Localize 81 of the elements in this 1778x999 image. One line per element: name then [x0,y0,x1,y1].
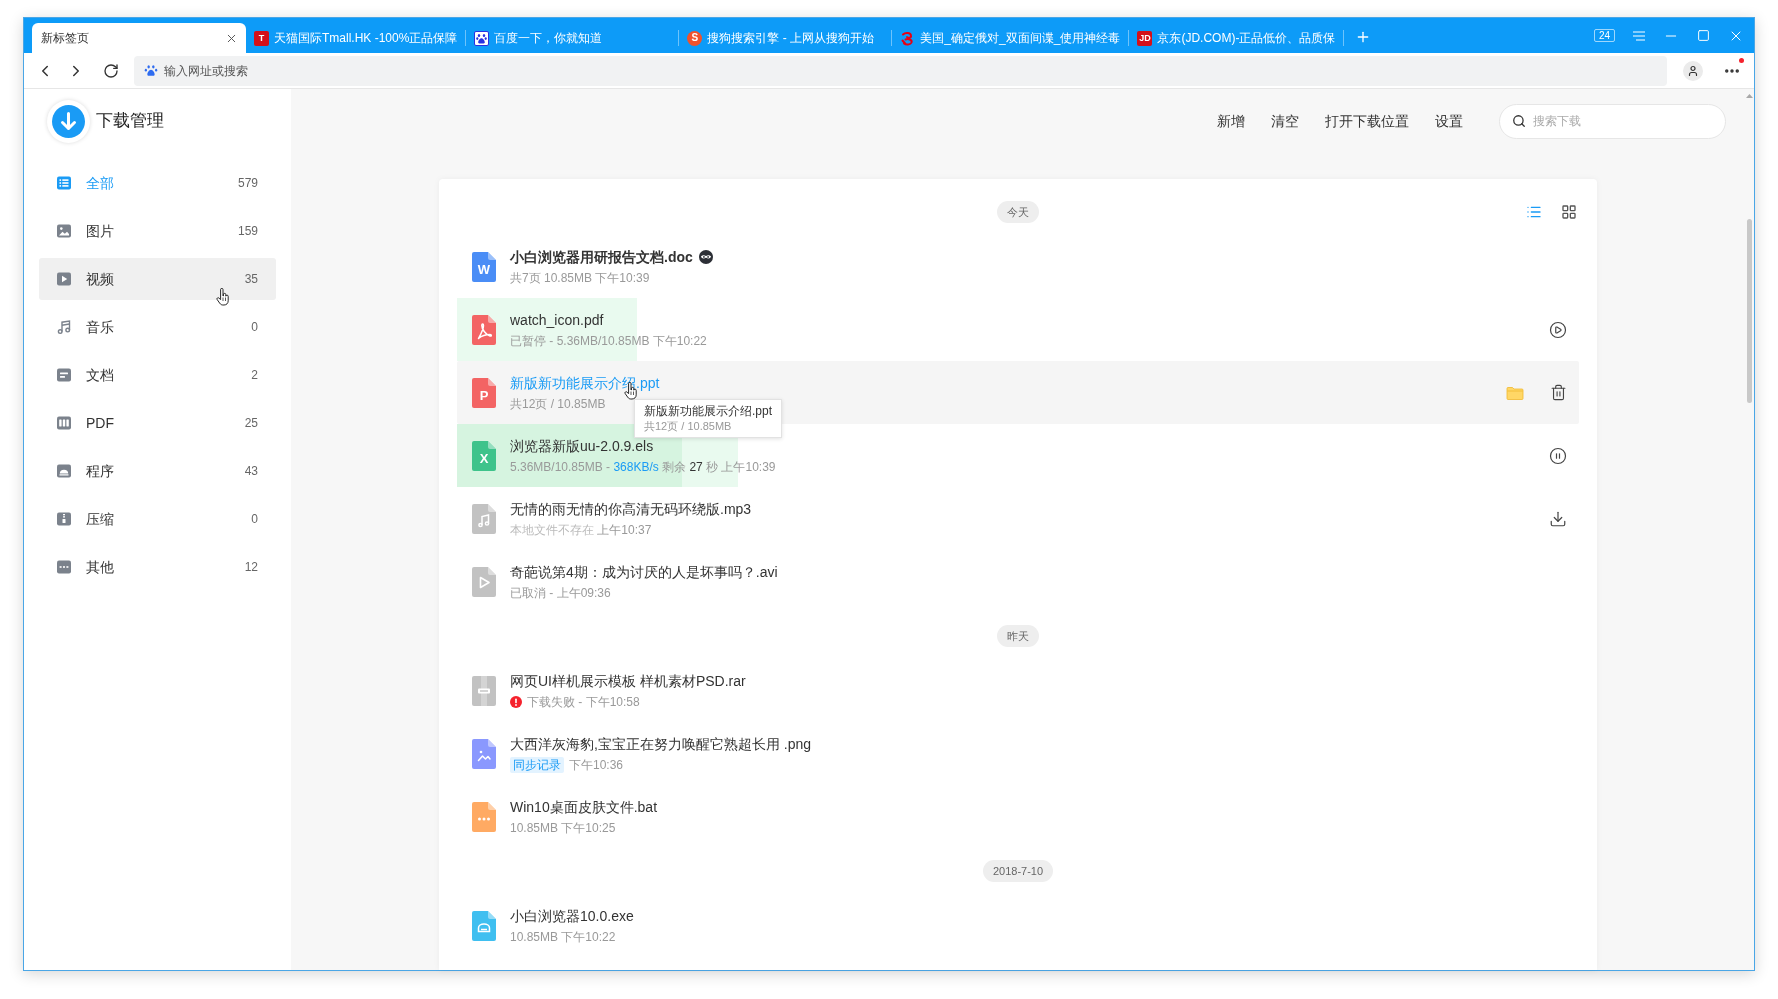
sidebar-item[interactable]: 其他 12 [39,546,276,588]
item-count: 25 [244,415,258,432]
toolbar-button[interactable]: 设置 [1435,110,1463,132]
file-name[interactable]: Win10桌面皮肤文件.bat [510,797,658,816]
tooltip-meta: 共12页 / 10.85MB [644,419,733,434]
sidebar-item[interactable]: 图片 159 [39,210,276,252]
sidebar-item[interactable]: 程序 43 [39,450,276,492]
search-icon [1512,114,1526,128]
tooltip-title: 新版新功能展示介绍.ppt [644,403,772,419]
item-count: 0 [251,319,258,336]
music-note-icon [56,319,72,335]
browser-tab[interactable]: JD 京东(JD.COM)-正品低价、品质保 [1129,23,1344,53]
file-meta: 共7页 10.85MB 下午10:39 [510,269,650,286]
site-logo-icon: S [687,30,703,46]
error-icon [510,695,522,708]
dome-icon [56,463,72,479]
browser-tab[interactable]: T 天猫国际Tmall.HK -100%正品保障 [246,23,466,53]
download-logo-icon [47,99,90,143]
file-name[interactable]: 奇葩说第4期：成为讨厌的人是坏事吗？.avi [510,562,778,581]
item-count: 2 [251,367,258,384]
file-meta: 10.85MB 下午10:22 [510,928,616,945]
sidebar-item[interactable]: 压缩 0 [39,498,276,540]
user-icon[interactable] [1683,60,1703,81]
toolbar-button[interactable]: 新增 [1217,110,1245,132]
app-title: 下载管理 [96,110,164,133]
item-count: 12 [244,559,258,576]
paw-logo-icon [144,63,158,78]
sync-tag: 同步记录 [510,756,564,773]
item-count: 159 [237,223,258,240]
download-icon[interactable] [1549,509,1567,528]
item-count: 35 [244,271,258,288]
search-field[interactable]: 搜索下载 [1499,103,1726,139]
paw-logo-icon [474,30,490,46]
file-name[interactable]: 浏览器新版uu-2.0.9.els [510,436,654,455]
file-meta: 本地文件不存在 上午10:37 [510,521,652,538]
file-name[interactable]: watch_icon.pdf [510,310,604,329]
zipper-icon [56,511,72,527]
item-count: 43 [244,463,258,480]
ellipsis-icon [56,559,72,575]
maximize-icon[interactable] [1697,29,1710,42]
file-meta: 共12页 / 10.85MB [510,395,606,412]
file-name[interactable]: 无情的雨无情的你高清无码环绕版.mp3 [510,499,752,518]
reload-icon[interactable] [103,62,119,79]
site-logo-icon: T [254,30,269,46]
list-icon [56,175,72,191]
sidebar-item[interactable]: 文档 2 [39,354,276,396]
address-field[interactable]: 输入网址或搜索 [134,55,1667,86]
hand-cursor-icon [216,288,230,306]
file-meta: 5.36MB/10.85MB - 368KB/s 剩余 27 秒 上午10:39 [510,458,776,475]
sidebar-item[interactable]: PDF 25 [39,402,276,444]
file-name[interactable]: 小白浏览器用研报告文档.doc [510,247,693,266]
file-meta: 下午10:36 [569,756,624,773]
file-meta: 已取消 - 上午09:36 [510,584,611,601]
sidebar-item[interactable]: 音乐 0 [39,306,276,348]
bars-icon [56,415,72,431]
file-name[interactable]: 小白浏览器10.0.exe [510,906,634,925]
scrollbar-thumb[interactable] [1747,219,1752,403]
document-icon [56,367,72,383]
browser-tab[interactable]: 新标签页 [32,23,246,53]
play-icon [56,271,72,287]
file-meta: 10.85MB 下午10:25 [510,819,616,836]
pause-circle-icon[interactable] [1549,446,1567,465]
browser-tab[interactable]: S 搜狗搜索引擎 - 上网从搜狗开始 [679,23,892,53]
sidebar-item[interactable]: 全部 579 [39,162,276,204]
file-meta: 已暂停 - 5.36MB/10.85MB 下午10:22 [510,332,707,349]
word-file-icon: W [472,251,496,282]
image-icon [56,223,72,239]
file-name[interactable]: 大西洋灰海豹,宝宝正在努力唤醒它熟超长用 .png [510,734,812,753]
grid-view-icon[interactable] [1561,204,1577,220]
toolbar-button[interactable]: 打开下载位置 [1325,110,1409,132]
trash-icon[interactable] [1550,384,1567,401]
file-meta: 下载失败 - 下午10:58 [527,693,640,710]
toolbar-button[interactable]: 清空 [1271,110,1299,132]
item-count: 579 [237,175,258,192]
item-count: 0 [251,511,258,528]
site-logo-icon: JD [1137,30,1153,46]
swirl-logo-icon [900,30,916,46]
play-circle-icon[interactable] [1549,320,1567,339]
list-view-icon[interactable] [1526,204,1542,220]
slides-file-icon: P [472,377,496,408]
file-name[interactable]: 网页UI样机展示模板 样机素材PSD.rar [510,671,746,690]
